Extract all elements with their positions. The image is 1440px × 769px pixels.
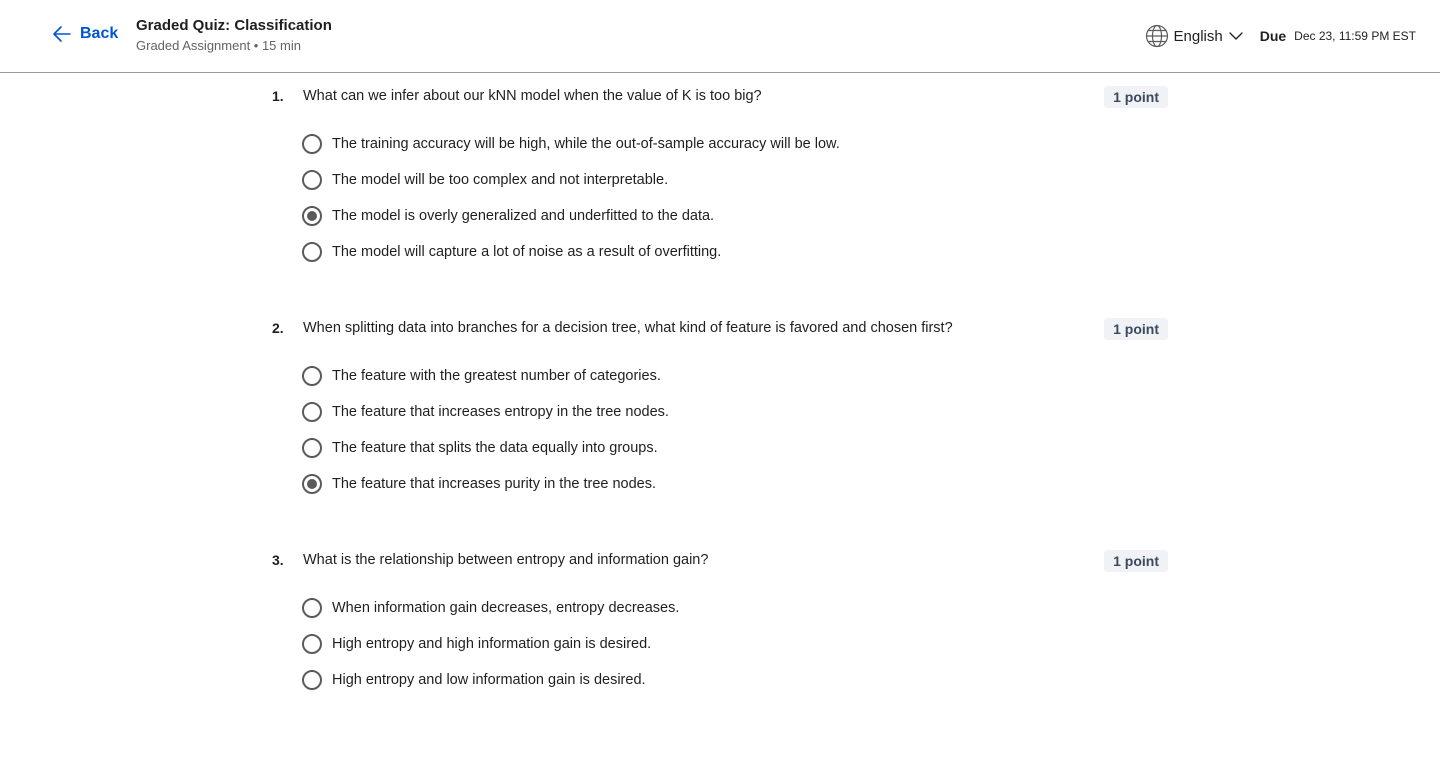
option-label: The model will capture a lot of noise as… (332, 244, 722, 260)
answer-options: The feature with the greatest number of … (302, 358, 1168, 502)
points-badge: 1 point (1104, 86, 1168, 108)
option-label: High entropy and high information gain i… (332, 636, 652, 652)
radio-button[interactable] (302, 366, 322, 386)
radio-button[interactable] (302, 438, 322, 458)
radio-button[interactable] (302, 170, 322, 190)
answer-option[interactable]: The feature that increases purity in the… (302, 466, 1168, 502)
question-header: 3. What is the relationship between entro… (272, 550, 1168, 572)
quiz-content: 1. What can we infer about our kNN model … (272, 73, 1168, 769)
answer-option[interactable]: High entropy and low information gain is… (302, 662, 1168, 698)
answer-option[interactable]: The model is overly generalized and unde… (302, 198, 1168, 234)
page-title: Graded Quiz: Classification (136, 17, 332, 34)
option-label: When information gain decreases, entropy… (332, 600, 680, 616)
question-text: What can we infer about our kNN model wh… (303, 88, 762, 104)
radio-button[interactable] (302, 206, 322, 226)
question-number: 1. (272, 88, 284, 104)
radio-button[interactable] (302, 134, 322, 154)
page-header: Back Graded Quiz: Classification Graded … (0, 0, 1440, 73)
answer-option[interactable]: The training accuracy will be high, whil… (302, 126, 1168, 162)
option-label: The feature with the greatest number of … (332, 368, 661, 384)
question-text: When splitting data into branches for a … (303, 320, 953, 336)
option-label: The model will be too complex and not in… (332, 172, 669, 188)
arrow-left-icon (52, 24, 72, 44)
radio-button[interactable] (302, 474, 322, 494)
answer-option[interactable]: The feature that increases entropy in th… (302, 394, 1168, 430)
answer-option[interactable]: When information gain decreases, entropy… (302, 590, 1168, 626)
back-label: Back (80, 25, 119, 42)
answer-options: When information gain decreases, entropy… (302, 590, 1168, 698)
back-button[interactable]: Back (52, 24, 118, 44)
question-text: What is the relationship between entropy… (303, 552, 709, 568)
due-label: Due (1259, 28, 1287, 44)
question-number: 3. (272, 552, 284, 568)
radio-button[interactable] (302, 402, 322, 422)
question-header: 2. When splitting data into branches for … (272, 318, 1168, 340)
question-header: 1. What can we infer about our kNN model … (272, 86, 1168, 108)
due-date: Dec 23, 11:59 PM EST (1294, 29, 1416, 43)
option-label: The feature that increases entropy in th… (332, 404, 669, 420)
option-label: High entropy and low information gain is… (332, 672, 646, 688)
option-label: The feature that increases purity in the… (332, 476, 657, 492)
answer-option[interactable]: High entropy and high information gain i… (302, 626, 1168, 662)
answer-option[interactable]: The feature that splits the data equally… (302, 430, 1168, 466)
points-badge: 1 point (1104, 550, 1168, 572)
globe-icon (1145, 24, 1169, 48)
answer-option[interactable]: The feature with the greatest number of … (302, 358, 1168, 394)
radio-button[interactable] (302, 598, 322, 618)
points-badge: 1 point (1104, 318, 1168, 340)
answer-option[interactable]: The model will be too complex and not in… (302, 162, 1168, 198)
option-label: The training accuracy will be high, whil… (332, 136, 840, 152)
language-label: English (1173, 27, 1223, 45)
language-selector[interactable]: English (1145, 24, 1244, 48)
page-subtitle: Graded Assignment • 15 min (136, 38, 301, 53)
radio-button[interactable] (302, 670, 322, 690)
answer-option[interactable]: The model will capture a lot of noise as… (302, 234, 1168, 270)
question-3: 3. What is the relationship between entro… (272, 537, 1168, 769)
option-label: The feature that splits the data equally… (332, 440, 658, 456)
header-right: English Due Dec 23, 11:59 PM EST (1145, 22, 1416, 50)
chevron-down-icon (1228, 28, 1244, 44)
radio-button[interactable] (302, 242, 322, 262)
option-label: The model is overly generalized and unde… (332, 208, 715, 224)
title-block: Graded Quiz: Classification Graded Assig… (136, 16, 332, 56)
question-number: 2. (272, 320, 284, 336)
answer-options: The training accuracy will be high, whil… (302, 126, 1168, 270)
radio-button[interactable] (302, 634, 322, 654)
question-1: 1. What can we infer about our kNN model … (272, 73, 1168, 305)
question-2: 2. When splitting data into branches for … (272, 305, 1168, 537)
